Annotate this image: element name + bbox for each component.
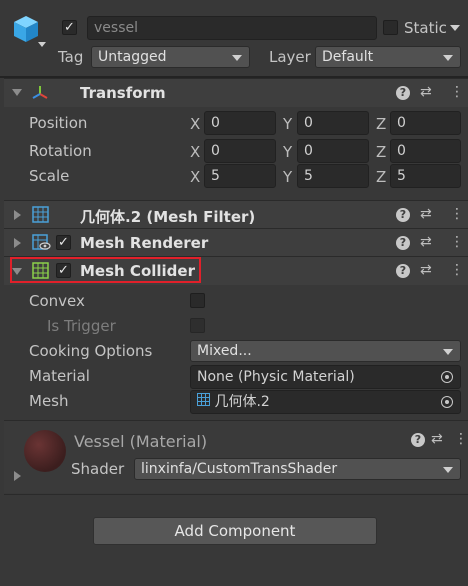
chevron-down-icon [443,55,453,61]
axis-x-label: X [190,168,201,186]
scale-label: Scale [29,167,70,185]
scale-x-field[interactable]: 5 [204,164,276,188]
chevron-down-icon [443,349,453,355]
help-icon[interactable]: ? [396,208,410,222]
convex-checkbox[interactable] [190,293,205,308]
cooking-options-label: Cooking Options [29,342,153,360]
mesh-asset-icon [197,391,210,413]
gameobject-icon[interactable] [12,14,40,44]
convex-label: Convex [29,292,85,310]
position-y-field[interactable]: 0 [297,111,369,135]
layer-value: Default [322,49,374,65]
axis-z-label: Z [376,168,387,186]
help-icon[interactable]: ? [411,433,425,447]
cooking-options-value: Mixed... [197,343,252,359]
scale-z-field[interactable]: 5 [390,164,461,188]
static-checkbox[interactable] [383,20,398,35]
scale-y-field[interactable]: 5 [297,164,369,188]
more-menu-icon[interactable]: ⋮ [450,207,464,221]
material-foldout-icon[interactable] [14,471,21,481]
material-value: None (Physic Material) [197,369,355,385]
chevron-down-icon [232,55,242,61]
object-picker-icon[interactable] [438,368,458,388]
shader-dropdown[interactable]: linxinfa/CustomTransShader [134,458,461,480]
chevron-down-icon [443,467,453,473]
axis-z-label: Z [376,143,387,161]
layer-dropdown[interactable]: Default [315,46,461,68]
position-x-field[interactable]: 0 [204,111,276,135]
position-z-field[interactable]: 0 [390,111,461,135]
more-menu-icon[interactable]: ⋮ [450,263,464,277]
tag-label: Tag [58,48,84,66]
highlight-box [10,257,201,283]
material-label: Material [29,367,90,385]
add-component-label: Add Component [174,522,296,540]
mesh-label: Mesh [29,392,69,410]
icon-dropdown-arrow-icon[interactable] [38,42,46,47]
axis-x-label: X [190,143,201,161]
presets-icon[interactable]: ⇄ [420,235,432,249]
active-checkbox[interactable]: ✓ [62,20,77,35]
presets-icon[interactable]: ⇄ [420,85,432,99]
axis-x-label: X [190,115,201,133]
add-component-button[interactable]: Add Component [93,517,377,545]
cooking-options-dropdown[interactable]: Mixed... [190,340,461,362]
is-trigger-checkbox [190,318,205,333]
divider [4,494,468,495]
mesh-filter-header[interactable]: 几何体.2 (Mesh Filter) ? ⇄ ⋮ [4,200,468,229]
more-menu-icon[interactable]: ⋮ [454,432,468,446]
axis-y-label: Y [283,115,293,133]
mesh-filter-title: 几何体.2 (Mesh Filter) [80,208,256,226]
fold-closed-icon[interactable] [14,238,21,248]
static-dropdown-arrow-icon[interactable] [450,25,460,31]
mesh-renderer-title: Mesh Renderer [80,234,209,252]
axis-y-label: Y [283,143,293,161]
rotation-label: Rotation [29,142,92,160]
help-icon[interactable]: ? [396,264,410,278]
mesh-object-field[interactable]: 几何体.2 [190,390,461,414]
mesh-renderer-header[interactable]: ✓ Mesh Renderer ? ⇄ ⋮ [4,228,468,257]
fold-closed-icon[interactable] [14,210,21,220]
rotation-y-field[interactable]: 0 [297,139,369,163]
mesh-renderer-icon [32,234,51,255]
axis-y-label: Y [283,168,293,186]
more-menu-icon[interactable]: ⋮ [450,235,464,249]
shader-label: Shader [71,460,125,478]
presets-icon[interactable]: ⇄ [431,432,443,446]
presets-icon[interactable]: ⇄ [420,263,432,277]
tag-value: Untagged [98,49,167,65]
axis-z-label: Z [376,115,387,133]
transform-icon [32,85,48,105]
position-label: Position [29,114,88,132]
mesh-filter-icon [32,206,49,227]
layer-label: Layer [269,48,311,66]
rotation-x-field[interactable]: 0 [204,139,276,163]
transform-header[interactable]: Transform ? ⇄ ⋮ [4,78,468,107]
material-title: Vessel (Material) [74,432,208,451]
shader-value: linxinfa/CustomTransShader [141,461,338,477]
material-object-field[interactable]: None (Physic Material) [190,365,461,389]
presets-icon[interactable]: ⇄ [420,207,432,221]
mesh-value: 几何体.2 [214,394,270,410]
static-label: Static [404,19,447,37]
is-trigger-label: Is Trigger [47,317,116,335]
help-icon[interactable]: ? [396,86,410,100]
rotation-z-field[interactable]: 0 [390,139,461,163]
gameobject-name-field[interactable]: vessel [87,16,377,40]
tag-dropdown[interactable]: Untagged [91,46,250,68]
help-icon[interactable]: ? [396,236,410,250]
material-preview-sphere [24,430,66,472]
mesh-renderer-enabled-checkbox[interactable]: ✓ [56,235,71,250]
fold-open-icon[interactable] [12,89,22,96]
object-picker-icon[interactable] [438,393,458,413]
transform-title: Transform [80,84,166,102]
more-menu-icon[interactable]: ⋮ [450,85,464,99]
